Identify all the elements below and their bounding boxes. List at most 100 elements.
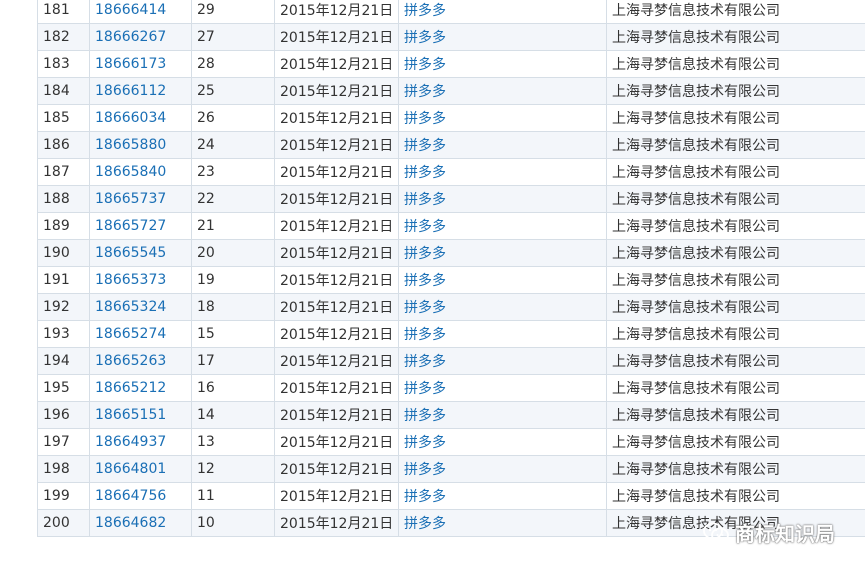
cell-class: 10 (191, 509, 275, 537)
cell-registration-number[interactable]: 18665324 (89, 293, 192, 321)
table-row: 186 18665880 24 2015年12月21日 拼多多 上海寻梦信息技术有限公司 (37, 131, 865, 159)
cell-trademark-name[interactable]: 拼多多 (398, 158, 607, 186)
cell-registration-number[interactable]: 18665373 (89, 266, 192, 294)
cell-index: 184 (37, 77, 90, 105)
cell-trademark-name[interactable]: 拼多多 (398, 77, 607, 105)
cell-application-date: 2015年12月21日 (274, 77, 399, 105)
cell-registration-number[interactable]: 18666267 (89, 23, 192, 51)
cell-trademark-name[interactable]: 拼多多 (398, 131, 607, 159)
cell-application-date: 2015年12月21日 (274, 293, 399, 321)
table-row: 189 18665727 21 2015年12月21日 拼多多 上海寻梦信息技术有限公司 (37, 212, 865, 240)
cell-registration-number[interactable]: 18664756 (89, 482, 192, 510)
cell-applicant: 上海寻梦信息技术有限公司 (606, 347, 865, 375)
cell-class: 20 (191, 239, 275, 267)
cell-class: 25 (191, 77, 275, 105)
cell-application-date: 2015年12月21日 (274, 212, 399, 240)
table-row: 188 18665737 22 2015年12月21日 拼多多 上海寻梦信息技术有限公司 (37, 185, 865, 213)
trademark-table-body: 181 18666414 29 2015年12月21日 拼多多 上海寻梦信息技术有限公司 1… (37, 0, 865, 537)
cell-registration-number[interactable]: 18664937 (89, 428, 192, 456)
cell-class: 14 (191, 401, 275, 429)
cell-trademark-name[interactable]: 拼多多 (398, 428, 607, 456)
cell-application-date: 2015年12月21日 (274, 401, 399, 429)
table-row: 181 18666414 29 2015年12月21日 拼多多 上海寻梦信息技术有限公司 (37, 0, 865, 24)
cell-registration-number[interactable]: 18664801 (89, 455, 192, 483)
cell-trademark-name[interactable]: 拼多多 (398, 455, 607, 483)
cell-index: 190 (37, 239, 90, 267)
cell-class: 18 (191, 293, 275, 321)
cell-index: 198 (37, 455, 90, 483)
cell-index: 192 (37, 293, 90, 321)
cell-registration-number[interactable]: 18665274 (89, 320, 192, 348)
cell-application-date: 2015年12月21日 (274, 104, 399, 132)
cell-applicant: 上海寻梦信息技术有限公司 (606, 23, 865, 51)
cell-trademark-name[interactable]: 拼多多 (398, 23, 607, 51)
cell-class: 27 (191, 23, 275, 51)
cell-application-date: 2015年12月21日 (274, 428, 399, 456)
cell-trademark-name[interactable]: 拼多多 (398, 266, 607, 294)
cell-application-date: 2015年12月21日 (274, 50, 399, 78)
table-row: 190 18665545 20 2015年12月21日 拼多多 上海寻梦信息技术有限公司 (37, 239, 865, 267)
cell-registration-number[interactable]: 18665263 (89, 347, 192, 375)
cell-trademark-name[interactable]: 拼多多 (398, 401, 607, 429)
cell-trademark-name[interactable]: 拼多多 (398, 347, 607, 375)
cell-index: 182 (37, 23, 90, 51)
cell-class: 19 (191, 266, 275, 294)
cell-registration-number[interactable]: 18664682 (89, 509, 192, 537)
cell-index: 193 (37, 320, 90, 348)
cell-application-date: 2015年12月21日 (274, 320, 399, 348)
cell-index: 197 (37, 428, 90, 456)
cell-applicant: 上海寻梦信息技术有限公司 (606, 320, 865, 348)
cell-applicant: 上海寻梦信息技术有限公司 (606, 455, 865, 483)
cell-trademark-name[interactable]: 拼多多 (398, 374, 607, 402)
cell-index: 189 (37, 212, 90, 240)
cell-index: 185 (37, 104, 90, 132)
cell-registration-number[interactable]: 18666173 (89, 50, 192, 78)
cell-applicant: 上海寻梦信息技术有限公司 (606, 158, 865, 186)
cell-trademark-name[interactable]: 拼多多 (398, 239, 607, 267)
cell-registration-number[interactable]: 18665727 (89, 212, 192, 240)
table-row: 195 18665212 16 2015年12月21日 拼多多 上海寻梦信息技术有限公司 (37, 374, 865, 402)
cell-registration-number[interactable]: 18665737 (89, 185, 192, 213)
cell-trademark-name[interactable]: 拼多多 (398, 293, 607, 321)
cell-index: 195 (37, 374, 90, 402)
cell-index: 200 (37, 509, 90, 537)
cell-trademark-name[interactable]: 拼多多 (398, 104, 607, 132)
cell-registration-number[interactable]: 18665545 (89, 239, 192, 267)
table-row: 191 18665373 19 2015年12月21日 拼多多 上海寻梦信息技术有限公司 (37, 266, 865, 294)
cell-index: 191 (37, 266, 90, 294)
table-row: 192 18665324 18 2015年12月21日 拼多多 上海寻梦信息技术有限公司 (37, 293, 865, 321)
cell-class: 26 (191, 104, 275, 132)
cell-applicant: 上海寻梦信息技术有限公司 (606, 50, 865, 78)
cell-registration-number[interactable]: 18666034 (89, 104, 192, 132)
cell-class: 17 (191, 347, 275, 375)
cell-trademark-name[interactable]: 拼多多 (398, 212, 607, 240)
cell-registration-number[interactable]: 18665840 (89, 158, 192, 186)
cell-index: 187 (37, 158, 90, 186)
table-row: 182 18666267 27 2015年12月21日 拼多多 上海寻梦信息技术有限公司 (37, 23, 865, 51)
cell-registration-number[interactable]: 18665212 (89, 374, 192, 402)
cell-application-date: 2015年12月21日 (274, 482, 399, 510)
cell-index: 181 (37, 0, 90, 24)
cell-application-date: 2015年12月21日 (274, 0, 399, 24)
cell-applicant: 上海寻梦信息技术有限公司 (606, 482, 865, 510)
cell-class: 16 (191, 374, 275, 402)
cell-applicant: 上海寻梦信息技术有限公司 (606, 77, 865, 105)
cell-application-date: 2015年12月21日 (274, 23, 399, 51)
cell-application-date: 2015年12月21日 (274, 239, 399, 267)
cell-registration-number[interactable]: 18665880 (89, 131, 192, 159)
cell-registration-number[interactable]: 18665151 (89, 401, 192, 429)
table-row: 183 18666173 28 2015年12月21日 拼多多 上海寻梦信息技术有限公司 (37, 50, 865, 78)
cell-applicant: 上海寻梦信息技术有限公司 (606, 509, 865, 537)
cell-trademark-name[interactable]: 拼多多 (398, 320, 607, 348)
cell-applicant: 上海寻梦信息技术有限公司 (606, 428, 865, 456)
table-row: 184 18666112 25 2015年12月21日 拼多多 上海寻梦信息技术有限公司 (37, 77, 865, 105)
cell-registration-number[interactable]: 18666112 (89, 77, 192, 105)
cell-class: 24 (191, 131, 275, 159)
cell-applicant: 上海寻梦信息技术有限公司 (606, 131, 865, 159)
cell-trademark-name[interactable]: 拼多多 (398, 50, 607, 78)
cell-trademark-name[interactable]: 拼多多 (398, 482, 607, 510)
cell-trademark-name[interactable]: 拼多多 (398, 509, 607, 537)
cell-trademark-name[interactable]: 拼多多 (398, 0, 607, 24)
cell-registration-number[interactable]: 18666414 (89, 0, 192, 24)
cell-trademark-name[interactable]: 拼多多 (398, 185, 607, 213)
